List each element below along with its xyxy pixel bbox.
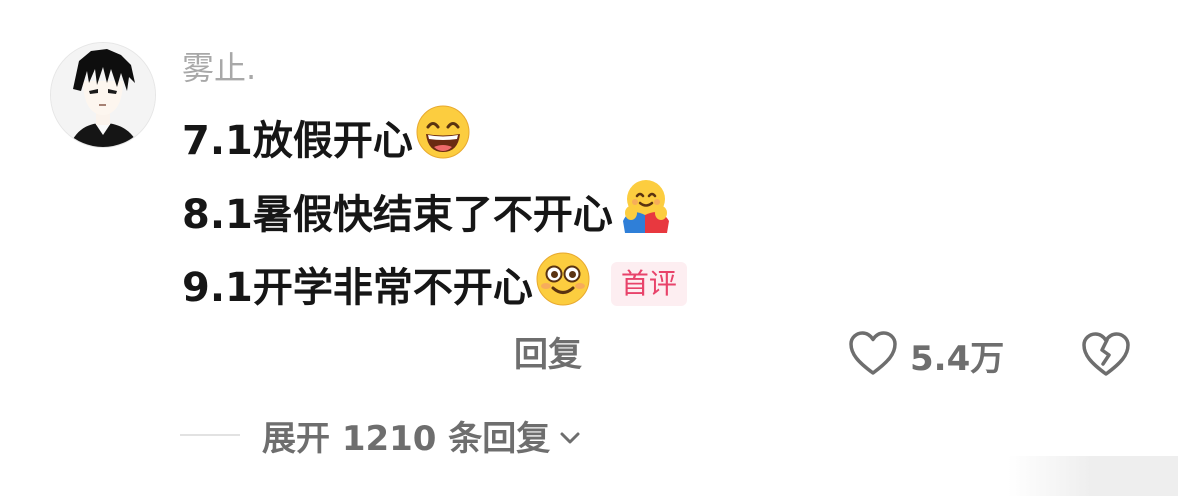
username[interactable]: 雾止. [182, 44, 256, 92]
grinning-face-emoji [415, 104, 471, 170]
like-count: 5.4万 [910, 338, 1005, 379]
watermark [1008, 456, 1178, 496]
like-button[interactable]: 5.4万 [848, 328, 1004, 382]
smiling-flushed-face-emoji [535, 251, 591, 317]
comment-card: 雾止. 7.1放假开心 8.1暑假快结束了不开心 9.1开学非常不开心 首评 回… [0, 0, 1178, 501]
comment-line: 7.1放假开心 [182, 104, 471, 170]
comment-line: 9.1开学非常不开心 首评 [182, 251, 687, 317]
heart-outline-icon [848, 330, 898, 380]
comment-line: 8.1暑假快结束了不开心 [182, 180, 673, 241]
comment-line-text: 8.1暑假快结束了不开心 [182, 192, 613, 238]
expand-replies-label: 展开 1210 条回复 [262, 418, 551, 459]
comment-line-text: 7.1放假开心 [182, 118, 413, 164]
comment-line-text: 9.1开学非常不开心 [182, 265, 533, 311]
hugging-face-emoji [615, 177, 673, 245]
anime-avatar-icon [51, 43, 155, 147]
first-comment-badge: 首评 [610, 262, 687, 306]
chevron-down-icon [558, 415, 582, 455]
replies-divider [180, 434, 240, 436]
reply-button[interactable]: 回复 [514, 330, 582, 380]
broken-heart-icon [1080, 332, 1132, 382]
dislike-button[interactable] [1080, 330, 1132, 380]
expand-replies-button[interactable]: 展开 1210 条回复 [262, 410, 582, 460]
avatar[interactable] [50, 42, 156, 148]
